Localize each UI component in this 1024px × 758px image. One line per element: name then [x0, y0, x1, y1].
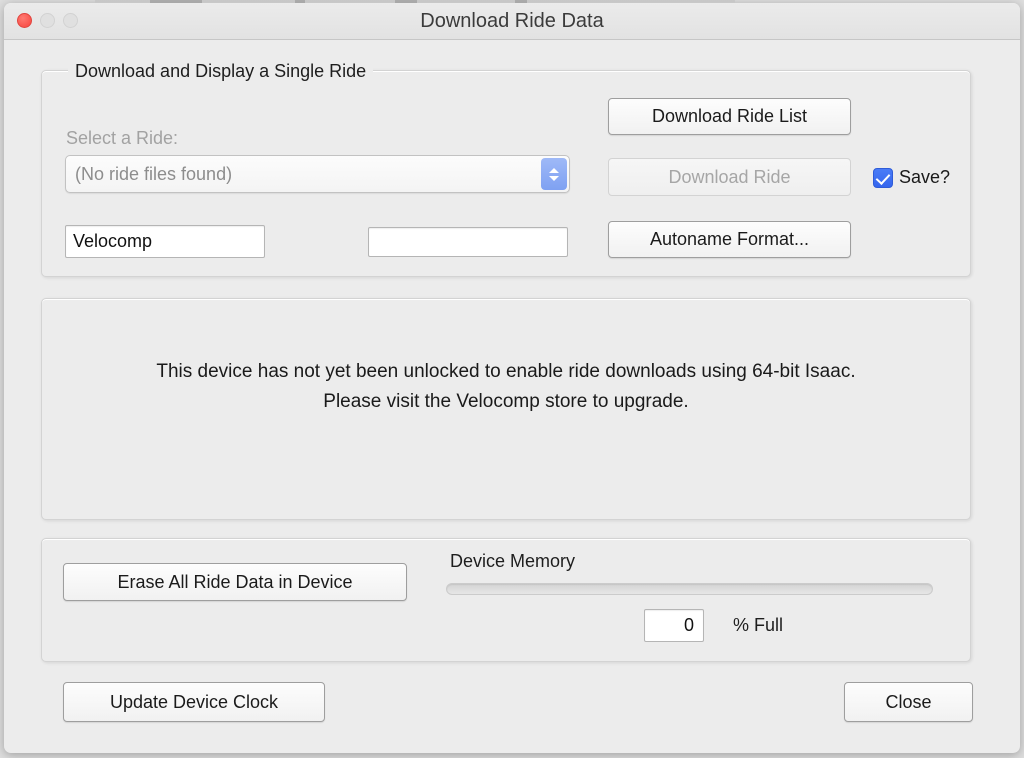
ride-select-popup[interactable]: (No ride files found): [65, 155, 570, 193]
single-ride-groupbox-legend: Download and Display a Single Ride: [68, 61, 374, 82]
autoname-format-button[interactable]: Autoname Format...: [608, 221, 851, 258]
percent-full-label: % Full: [733, 615, 784, 635]
download-ride-list-button[interactable]: Download Ride List: [608, 98, 851, 135]
checkmark-icon: [875, 169, 891, 185]
chevron-updown-icon[interactable]: [541, 158, 567, 190]
window-titlebar: Download Ride Data: [4, 3, 1020, 40]
message-line-1: This device has not yet been unlocked to…: [156, 361, 856, 382]
close-dialog-button[interactable]: Close: [844, 682, 973, 722]
name-prefix-field[interactable]: Velocomp: [65, 225, 265, 258]
save-checkbox-group[interactable]: Save?: [873, 167, 950, 188]
device-memory-label: Device Memory: [450, 551, 576, 571]
save-checkbox[interactable]: [873, 167, 893, 188]
name-suffix-field[interactable]: [368, 227, 568, 257]
message-panel: This device has not yet been unlocked to…: [41, 298, 971, 520]
device-memory-progress-bar: [446, 583, 933, 595]
download-ride-data-window: Download Ride Data Download and Display …: [4, 3, 1020, 753]
ride-select-popup-value: (No ride files found): [75, 163, 233, 184]
select-ride-label: Select a Ride:: [66, 128, 179, 148]
erase-all-ride-data-button[interactable]: Erase All Ride Data in Device: [63, 563, 407, 601]
message-line-2: Please visit the Velocomp store to upgra…: [323, 391, 689, 412]
download-ride-button[interactable]: Download Ride: [608, 158, 851, 196]
save-checkbox-label: Save?: [899, 167, 951, 187]
window-title: Download Ride Data: [420, 10, 604, 32]
percent-full-field[interactable]: 0: [644, 609, 704, 642]
update-device-clock-button[interactable]: Update Device Clock: [63, 682, 325, 722]
